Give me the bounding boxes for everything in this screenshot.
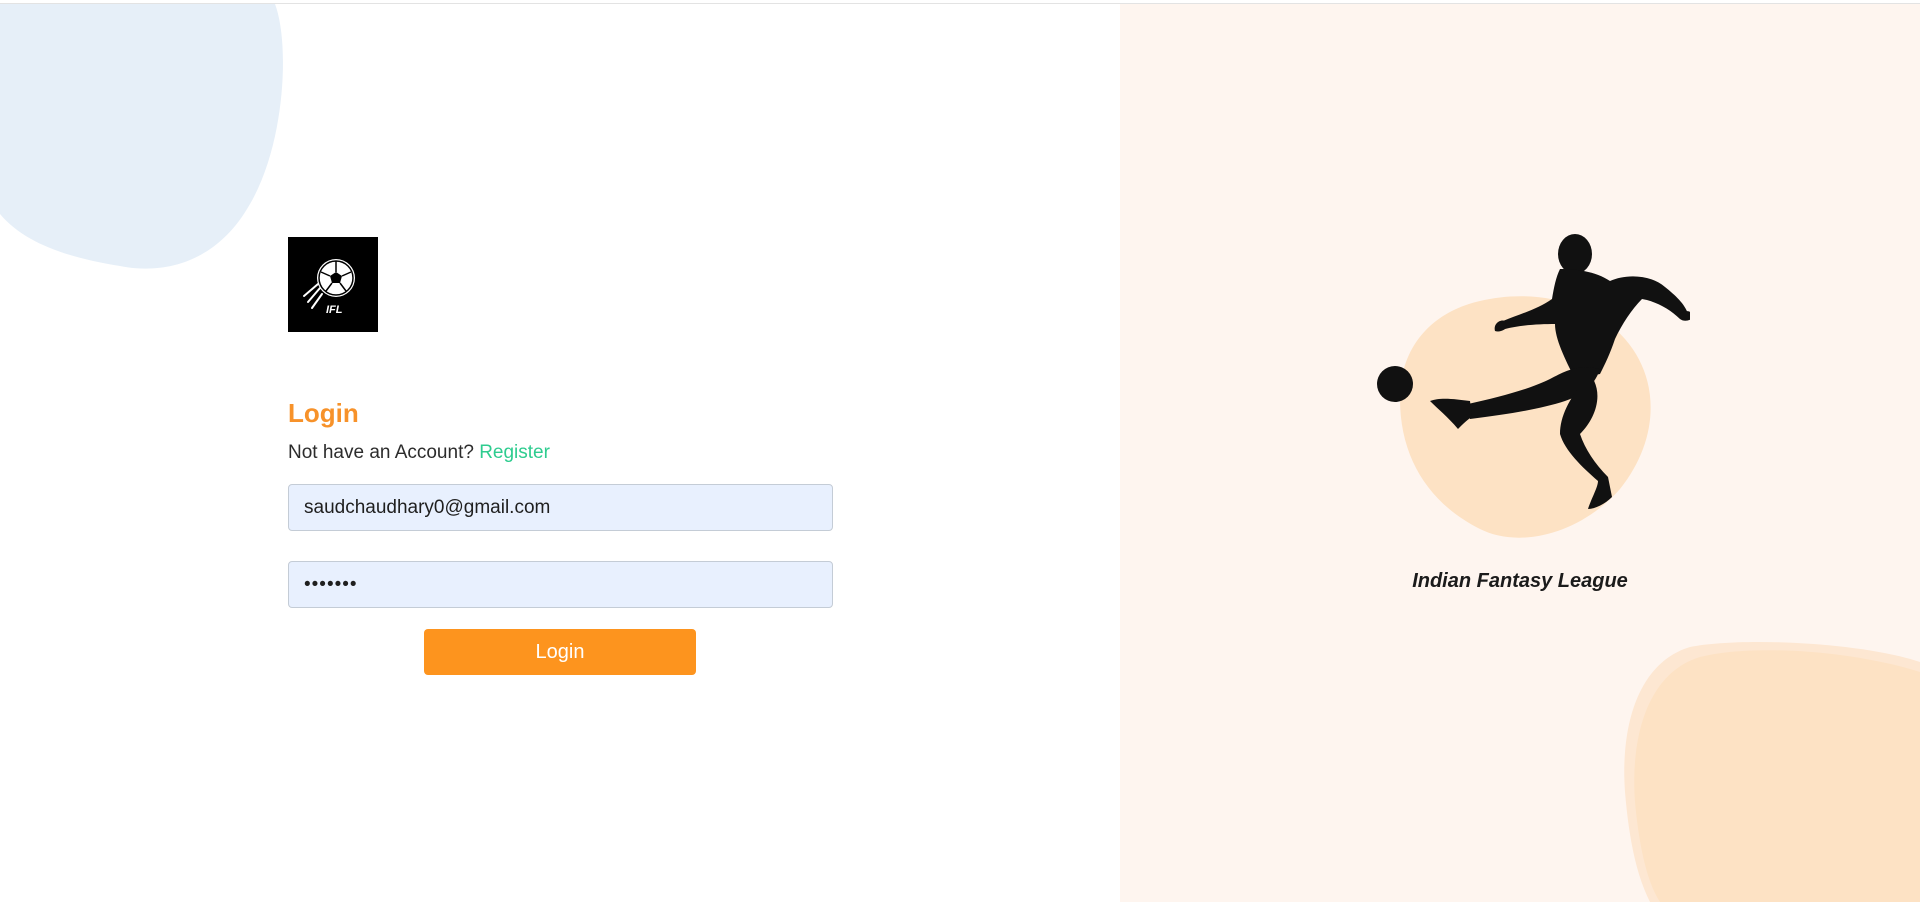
login-panel: IFL Login Not have an Account? Register … [0, 4, 1120, 902]
decorative-blob-topleft [0, 4, 283, 269]
email-input[interactable] [288, 484, 833, 531]
footballer-kicking-illustration [1377, 234, 1690, 538]
brand-name: Indian Fantasy League [1412, 570, 1628, 592]
soccer-ball-icon: IFL [303, 258, 355, 316]
logo-text: IFL [326, 304, 343, 316]
decorative-blob-bottomright [1624, 642, 1920, 902]
account-prompt-text: Not have an Account? [288, 442, 474, 463]
hero-panel: Indian Fantasy League [1120, 4, 1920, 902]
ball-icon [1377, 366, 1413, 402]
login-heading: Login [288, 398, 359, 428]
register-link[interactable]: Register [479, 442, 550, 463]
login-button[interactable]: Login [424, 629, 696, 675]
register-prompt: Not have an Account? Register [288, 442, 550, 464]
ifl-logo: IFL [288, 237, 378, 332]
password-input[interactable] [288, 561, 833, 608]
